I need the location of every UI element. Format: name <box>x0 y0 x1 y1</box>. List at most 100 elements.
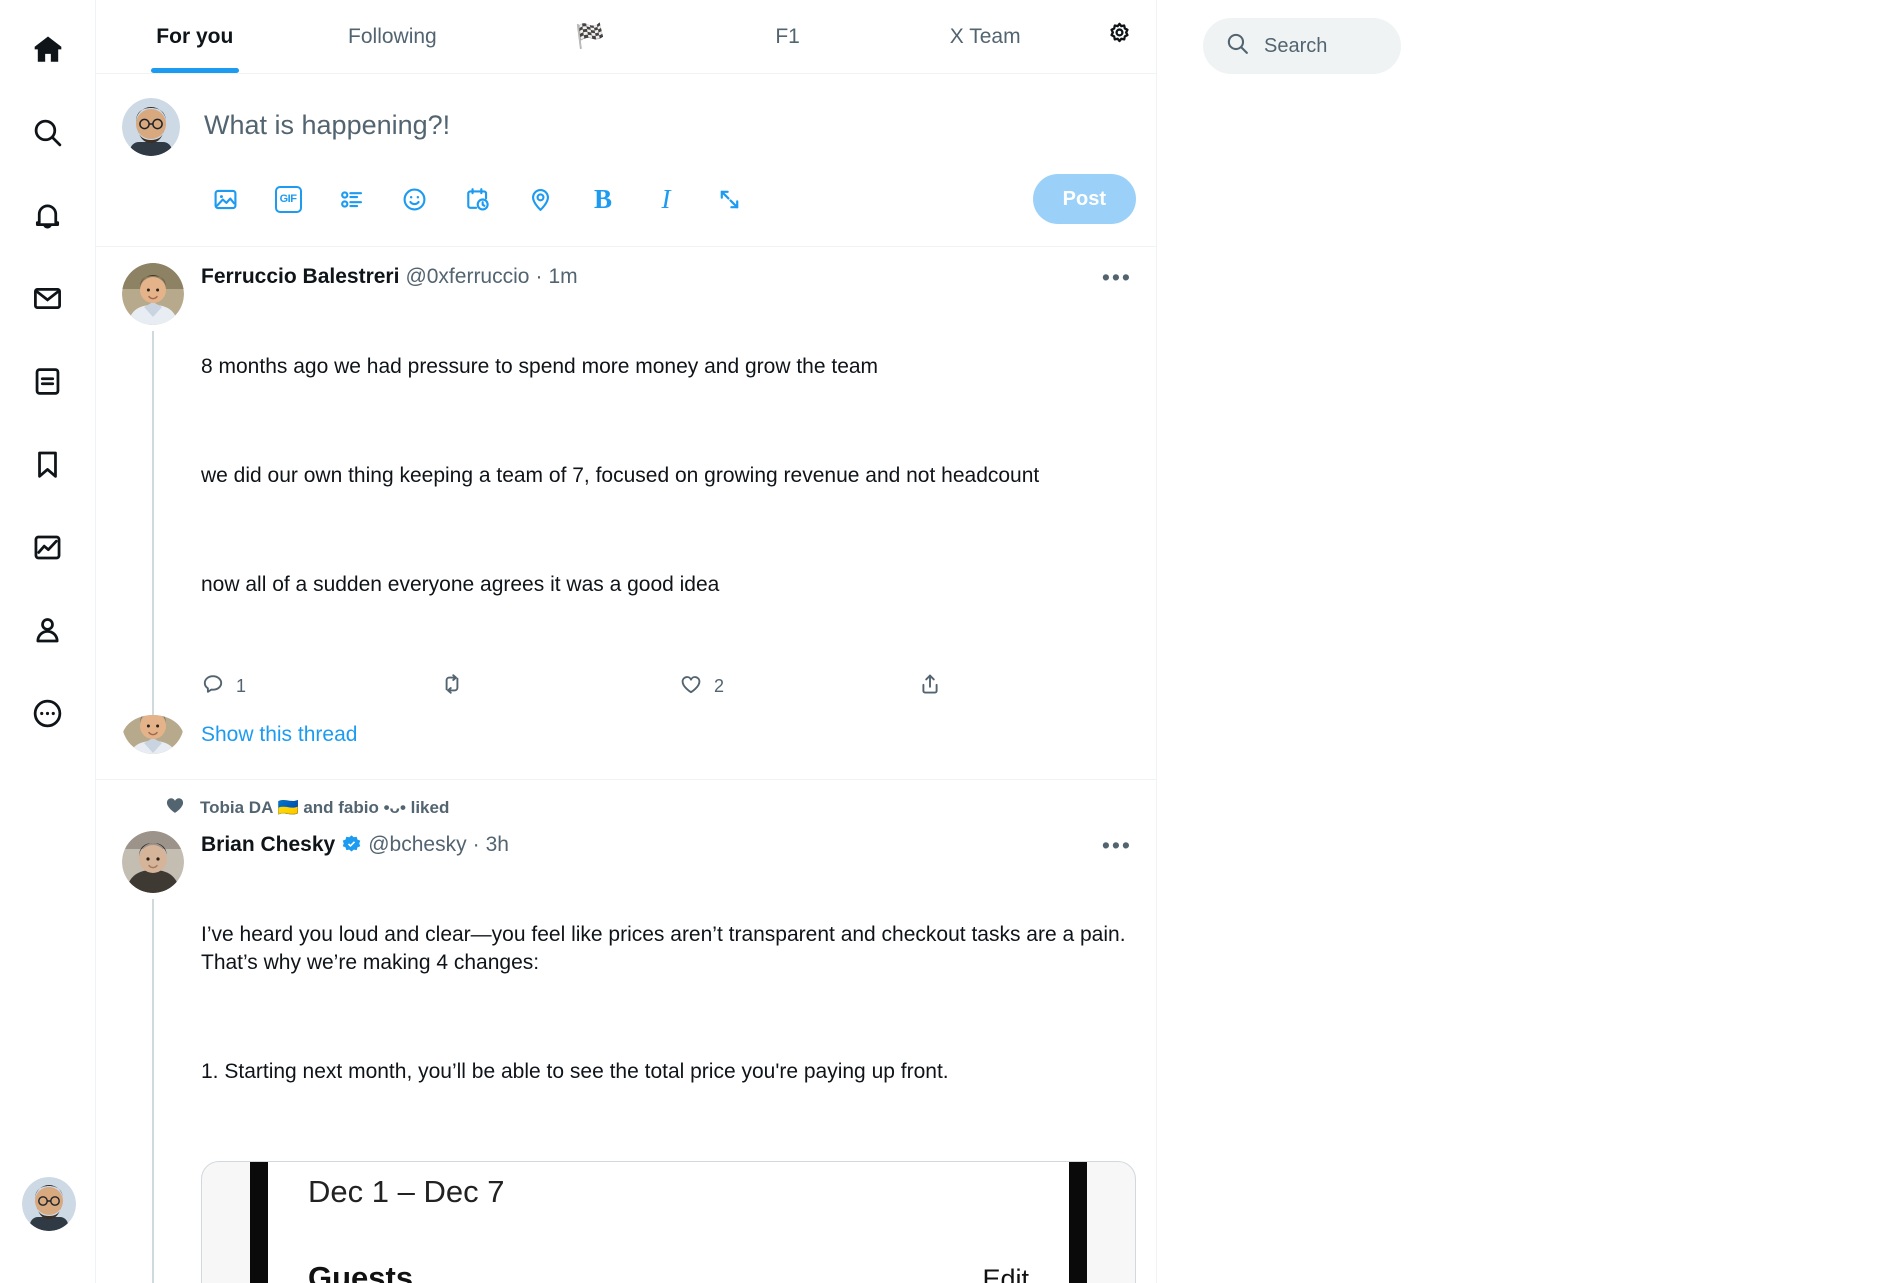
show-thread-row[interactable]: Show this thread <box>96 715 1156 781</box>
sidebar-item-home[interactable] <box>17 18 79 80</box>
tab-f1-flag[interactable]: 🏁 <box>491 0 689 73</box>
tab-label: X Team <box>949 24 1021 48</box>
composer-input[interactable]: What is happening?! <box>180 98 1136 156</box>
tweet-paragraph: we did our own thing keeping a team of 7… <box>201 464 1040 488</box>
tweet-media-image[interactable]: Dates Edit Dec 1 – Dec 7 Guests Edit 1 g… <box>201 1161 1136 1283</box>
home-icon <box>31 32 65 66</box>
image-icon[interactable] <box>204 178 246 220</box>
composer-avatar[interactable] <box>122 98 180 156</box>
tweet-ferruccio[interactable]: Ferruccio Balestreri @0xferruccio · 1m •… <box>96 247 1156 716</box>
chart-image-icon <box>31 531 64 564</box>
search-input[interactable]: Search <box>1203 18 1401 74</box>
tab-x-team[interactable]: X Team <box>886 0 1084 73</box>
social-context-text: Tobia DA 🇺🇦 and fabio •ᴗ• liked <box>200 797 450 817</box>
emoji-icon[interactable] <box>393 178 435 220</box>
tweet-author-handle[interactable]: @bchesky <box>368 831 466 858</box>
tweet-text: 8 months ago we had pressure to spend mo… <box>201 296 1136 656</box>
post-button[interactable]: Post <box>1032 174 1136 224</box>
tab-label: F1 <box>775 24 800 48</box>
tweet-actions: 1 2 <box>201 672 991 715</box>
avatar-art <box>122 263 184 325</box>
tweet-text: I’ve heard you loud and clear—you feel l… <box>201 864 1136 1143</box>
tweet-separator: · <box>535 265 543 288</box>
article-icon <box>31 365 64 398</box>
tweet-brian-chesky[interactable]: Brian Chesky @bchesky · 3h ••• I’ve hear… <box>96 821 1156 1283</box>
avatar-art <box>122 98 180 156</box>
tweet-author-handle[interactable]: @0xferruccio <box>405 263 529 290</box>
sidebar-item-profile[interactable] <box>17 599 79 661</box>
verified-badge-icon <box>341 834 362 855</box>
thread-connector-line <box>152 899 154 1283</box>
sidebar-item-notifications[interactable] <box>17 184 79 246</box>
sidebar-item-bookmarks[interactable] <box>17 433 79 495</box>
gear-icon <box>1105 20 1134 54</box>
sidebar-item-grok[interactable] <box>17 350 79 412</box>
show-this-thread-link[interactable]: Show this thread <box>184 715 357 747</box>
thread-avatar-small <box>122 715 184 761</box>
expand-icon[interactable] <box>708 178 750 220</box>
like-count: 2 <box>714 676 725 697</box>
tweet-more-options-icon[interactable]: ••• <box>1102 833 1136 856</box>
mail-icon <box>31 282 64 315</box>
sidebar-item-messages[interactable] <box>17 267 79 329</box>
primary-sidebar <box>0 0 95 1283</box>
search-placeholder: Search <box>1264 34 1328 57</box>
search-icon <box>1225 31 1250 61</box>
right-sidebar: Search <box>1157 0 1904 1283</box>
tab-label: For you <box>156 24 234 48</box>
phone-screenshot-frame: Dates Edit Dec 1 – Dec 7 Guests Edit 1 g… <box>250 1162 1087 1283</box>
timeline-tabs: For you Following 🏁 F1 X Team <box>96 0 1156 74</box>
airbnb-dates-value: Dec 1 – Dec 7 <box>308 1174 505 1210</box>
tweet-paragraph: 1. Starting next month, you’ll be able t… <box>201 1060 949 1084</box>
timeline-settings-button[interactable] <box>1084 0 1156 73</box>
bold-icon[interactable]: B <box>582 178 624 220</box>
tweet-author-name[interactable]: Ferruccio Balestreri <box>201 263 399 290</box>
tweet-timestamp[interactable]: 1m <box>548 263 577 290</box>
tab-following[interactable]: Following <box>294 0 492 73</box>
airbnb-guests-label: Guests <box>308 1260 414 1283</box>
tab-label: Following <box>348 24 437 48</box>
airbnb-guests-edit-link: Edit <box>982 1264 1029 1283</box>
thread-connector-line <box>152 331 154 716</box>
reply-button[interactable]: 1 <box>201 672 440 701</box>
heart-icon <box>679 672 703 701</box>
sidebar-item-search[interactable] <box>17 101 79 163</box>
tweet-more-options-icon[interactable]: ••• <box>1102 265 1136 288</box>
bell-icon <box>31 199 64 232</box>
composer-toolbar: GIF B I <box>204 178 1033 220</box>
heart-filled-icon <box>164 794 186 821</box>
location-icon[interactable] <box>519 178 561 220</box>
tweet-author-name[interactable]: Brian Chesky <box>201 831 335 858</box>
like-button[interactable]: 2 <box>679 672 918 701</box>
tab-for-you[interactable]: For you <box>96 0 294 73</box>
reply-count: 1 <box>236 676 247 697</box>
avatar-art <box>22 1177 76 1231</box>
tweet-header: Brian Chesky @bchesky · 3h ••• <box>201 831 1136 858</box>
poll-icon[interactable] <box>330 178 372 220</box>
tweet-composer: What is happening?! GIF B I Post <box>96 74 1156 247</box>
repost-button[interactable] <box>440 672 679 701</box>
tab-f1[interactable]: F1 <box>689 0 887 73</box>
tweet-paragraph: now all of a sudden everyone agrees it w… <box>201 573 720 597</box>
sidebar-item-more[interactable] <box>17 682 79 744</box>
more-circle-icon <box>31 697 64 730</box>
checkered-flag-icon: 🏁 <box>575 22 605 50</box>
italic-icon[interactable]: I <box>645 178 687 220</box>
person-icon <box>31 614 64 647</box>
bookmark-icon <box>31 448 64 481</box>
sidebar-item-jobs[interactable] <box>17 516 79 578</box>
gif-icon[interactable]: GIF <box>267 178 309 220</box>
social-context-liked: Tobia DA 🇺🇦 and fabio •ᴗ• liked <box>96 780 1156 821</box>
schedule-icon[interactable] <box>456 178 498 220</box>
avatar-art <box>122 715 184 755</box>
avatar-current-user[interactable] <box>22 1177 76 1231</box>
share-button[interactable] <box>918 672 991 701</box>
active-tab-indicator <box>150 68 239 73</box>
repost-icon <box>440 672 464 701</box>
tweet-paragraph: 8 months ago we had pressure to spend mo… <box>201 354 879 378</box>
avatar-ferruccio[interactable] <box>122 263 184 325</box>
tweet-separator: · <box>472 833 480 857</box>
tweet-header: Ferruccio Balestreri @0xferruccio · 1m •… <box>201 263 1136 290</box>
tweet-timestamp[interactable]: 3h <box>486 831 509 858</box>
avatar-brian-chesky[interactable] <box>122 831 184 894</box>
